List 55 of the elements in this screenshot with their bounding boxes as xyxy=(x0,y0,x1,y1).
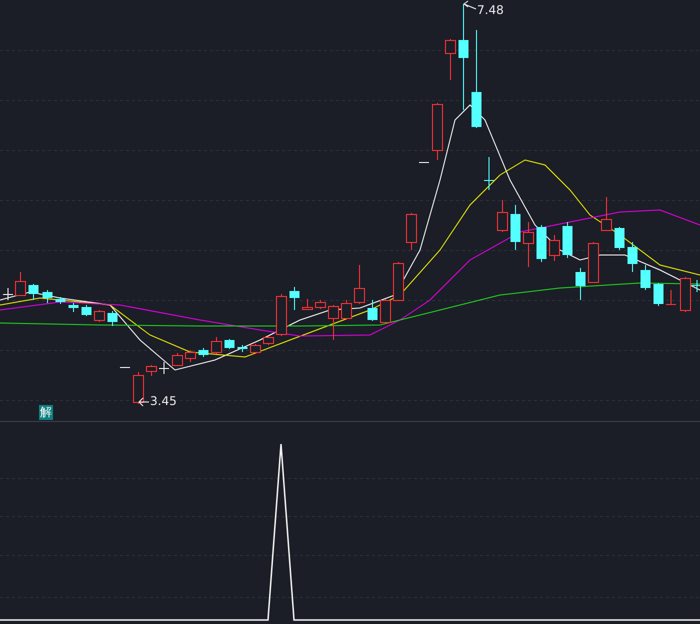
candlestick xyxy=(484,156,494,190)
candlestick xyxy=(445,38,456,80)
low-marker-arrow-icon xyxy=(138,398,150,406)
candlestick xyxy=(549,234,560,262)
candlestick xyxy=(393,262,404,302)
candlestick xyxy=(315,300,326,310)
candlestick xyxy=(432,102,443,160)
candlestick xyxy=(56,296,66,304)
candlestick xyxy=(211,336,222,354)
candlestick xyxy=(224,338,234,350)
candlestick xyxy=(368,300,378,322)
candlestick xyxy=(510,204,520,250)
candlestick xyxy=(276,294,287,336)
candlestick xyxy=(238,344,248,352)
candlestick xyxy=(601,196,612,232)
candlestick xyxy=(28,284,38,300)
candlestick xyxy=(68,302,78,312)
candlestick xyxy=(418,162,430,163)
candlestick xyxy=(614,226,624,250)
candlestick xyxy=(146,364,157,376)
candlestick xyxy=(576,268,586,300)
signal-badge: 解 xyxy=(39,405,53,420)
candlestick xyxy=(172,352,183,366)
candlestick xyxy=(406,212,417,250)
candlestick xyxy=(523,222,534,268)
high-price-label: 7.48 xyxy=(477,3,504,17)
candlestick xyxy=(94,310,105,322)
candlestick xyxy=(497,200,508,232)
candlestick xyxy=(640,264,650,290)
candlestick xyxy=(628,242,638,272)
candlestick xyxy=(666,290,676,306)
candlestick xyxy=(654,282,664,306)
candlestick xyxy=(133,372,144,404)
candlestick xyxy=(108,310,118,326)
candlestick xyxy=(290,286,300,310)
candlestick xyxy=(354,264,365,304)
candlestick xyxy=(15,272,26,296)
candlestick xyxy=(263,336,274,346)
high-marker-arrow-icon xyxy=(463,0,476,10)
candlestick xyxy=(198,348,208,358)
candlestick xyxy=(341,300,352,320)
candlestick xyxy=(588,242,599,284)
candlestick xyxy=(380,298,391,324)
candlestick xyxy=(562,222,572,258)
candlestick xyxy=(2,288,14,300)
candlestick xyxy=(328,304,339,340)
candlestick xyxy=(250,344,261,354)
candlestick xyxy=(82,304,92,316)
candlestick xyxy=(120,366,130,368)
candlestick xyxy=(185,350,196,362)
low-price-label: 3.45 xyxy=(150,394,177,408)
candlestick xyxy=(158,362,170,374)
candlestick xyxy=(42,290,52,304)
candlestick xyxy=(302,298,313,310)
candlestick xyxy=(536,224,546,262)
